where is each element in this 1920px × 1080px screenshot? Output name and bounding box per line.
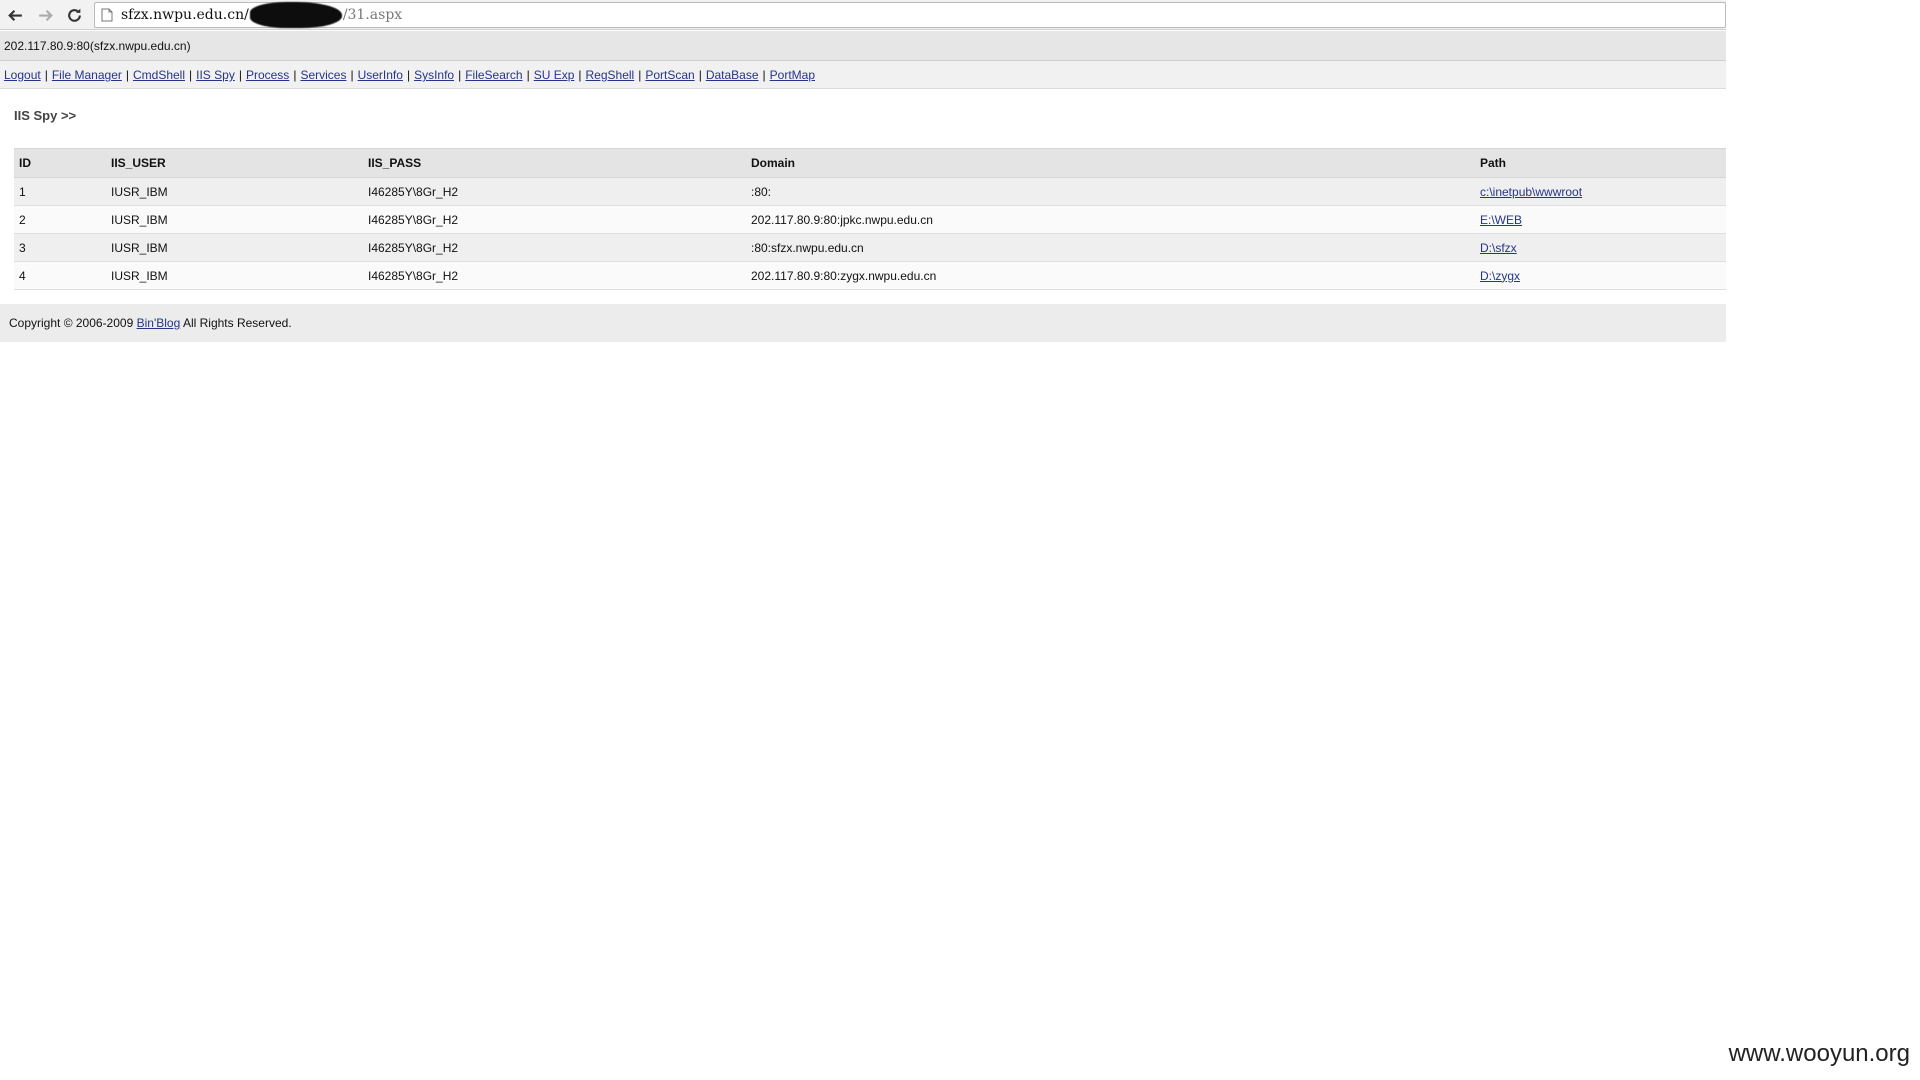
menu-separator: | [526, 68, 530, 82]
url-redacted-segment [249, 2, 342, 28]
page-icon [101, 8, 113, 22]
header-iis-pass: IIS_PASS [363, 148, 746, 178]
cell-path: D:\zygx [1475, 261, 1726, 290]
header-path: Path [1475, 148, 1726, 178]
menu-userinfo[interactable]: UserInfo [358, 68, 403, 82]
page-title: IIS Spy >> [14, 108, 77, 123]
cell-user: IUSR_IBM [106, 233, 363, 262]
browser-toolbar: sfzx.nwpu.edu.cn/ /31.aspx [0, 0, 1726, 30]
footer-blog-link[interactable]: Bin'Blog [137, 316, 181, 330]
menu-su-exp[interactable]: SU Exp [534, 68, 575, 82]
menu-database[interactable]: DataBase [706, 68, 759, 82]
table-row: 4 IUSR_IBM I46285Y\8Gr_H2 202.117.80.9:8… [14, 261, 1726, 290]
cell-domain: 202.117.80.9:80:zygx.nwpu.edu.cn [746, 261, 1475, 290]
url-path: /31.aspx [342, 7, 403, 23]
menu-process[interactable]: Process [246, 68, 289, 82]
menu-separator: | [293, 68, 297, 82]
menu-cmdshell[interactable]: CmdShell [133, 68, 185, 82]
forward-button[interactable] [33, 3, 57, 27]
reload-icon [67, 8, 81, 22]
table-row: 3 IUSR_IBM I46285Y\8Gr_H2 :80:sfzx.nwpu.… [14, 233, 1726, 262]
menu-filesearch[interactable]: FileSearch [465, 68, 522, 82]
path-link[interactable]: E:\WEB [1480, 213, 1522, 227]
menu-separator: | [638, 68, 642, 82]
cell-pass: I46285Y\8Gr_H2 [363, 177, 746, 206]
menu-regshell[interactable]: RegShell [586, 68, 635, 82]
cell-domain: :80:sfzx.nwpu.edu.cn [746, 233, 1475, 262]
footer: Copyright © 2006-2009 Bin'Blog All Right… [0, 304, 1726, 342]
cell-id: 1 [14, 177, 106, 206]
menu-logout[interactable]: Logout [4, 68, 41, 82]
menu-separator: | [578, 68, 582, 82]
menu-separator: | [406, 68, 411, 82]
menu-separator: | [458, 68, 462, 82]
menu-separator: | [44, 68, 48, 82]
menu-sysinfo[interactable]: SysInfo [414, 68, 454, 82]
footer-copyright: Copyright © 2006-2009 [9, 316, 134, 330]
menu-separator: | [238, 68, 242, 82]
cell-path: D:\sfzx [1475, 233, 1726, 262]
cell-id: 3 [14, 233, 106, 262]
cell-pass: I46285Y\8Gr_H2 [363, 205, 746, 234]
watermark: www.wooyun.org [1728, 1040, 1910, 1067]
menu-services[interactable]: Services [300, 68, 346, 82]
forward-arrow-icon [38, 9, 53, 21]
table-header-row: ID IIS_USER IIS_PASS Domain Path [14, 148, 1726, 178]
menu-file-manager[interactable]: File Manager [52, 68, 122, 82]
menu-separator: | [698, 68, 702, 82]
path-link[interactable]: D:\sfzx [1480, 241, 1517, 255]
main-menu: Logout | File Manager | CmdShell | IIS Spy | Pro… [0, 61, 1726, 89]
cell-pass: I46285Y\8Gr_H2 [363, 233, 746, 262]
menu-separator: | [189, 68, 193, 82]
url-host: sfzx.nwpu.edu.cn/ [121, 7, 249, 23]
menu-portmap[interactable]: PortMap [770, 68, 815, 82]
path-link[interactable]: D:\zygx [1480, 269, 1520, 283]
menu-portscan[interactable]: PortScan [645, 68, 694, 82]
host-info: 202.117.80.9:80(sfzx.nwpu.edu.cn) [0, 31, 1726, 61]
back-button[interactable] [3, 3, 27, 27]
cell-domain: 202.117.80.9:80:jpkc.nwpu.edu.cn [746, 205, 1475, 234]
cell-id: 2 [14, 205, 106, 234]
cell-user: IUSR_IBM [106, 261, 363, 290]
cell-path: E:\WEB [1475, 205, 1726, 234]
header-id: ID [14, 148, 106, 178]
menu-separator: | [762, 68, 766, 82]
back-arrow-icon [7, 9, 22, 21]
header-iis-user: IIS_USER [106, 148, 363, 178]
table-row: 1 IUSR_IBM I46285Y\8Gr_H2 :80: c:\inetpu… [14, 177, 1726, 206]
address-bar[interactable]: sfzx.nwpu.edu.cn/ /31.aspx [94, 2, 1726, 28]
path-link[interactable]: c:\inetpub\wwwroot [1480, 185, 1582, 199]
cell-user: IUSR_IBM [106, 205, 363, 234]
cell-id: 4 [14, 261, 106, 290]
cell-path: c:\inetpub\wwwroot [1475, 177, 1726, 206]
header-domain: Domain [746, 148, 1475, 178]
cell-user: IUSR_IBM [106, 177, 363, 206]
menu-separator: | [350, 68, 354, 82]
cell-pass: I46285Y\8Gr_H2 [363, 261, 746, 290]
cell-domain: :80: [746, 177, 1475, 206]
footer-rights: All Rights Reserved. [182, 316, 292, 330]
iis-spy-table: ID IIS_USER IIS_PASS Domain Path 1 IUSR_… [14, 148, 1726, 290]
menu-separator: | [125, 68, 129, 82]
table-row: 2 IUSR_IBM I46285Y\8Gr_H2 202.117.80.9:8… [14, 205, 1726, 234]
reload-button[interactable] [62, 3, 86, 27]
menu-iis-spy[interactable]: IIS Spy [196, 68, 235, 82]
